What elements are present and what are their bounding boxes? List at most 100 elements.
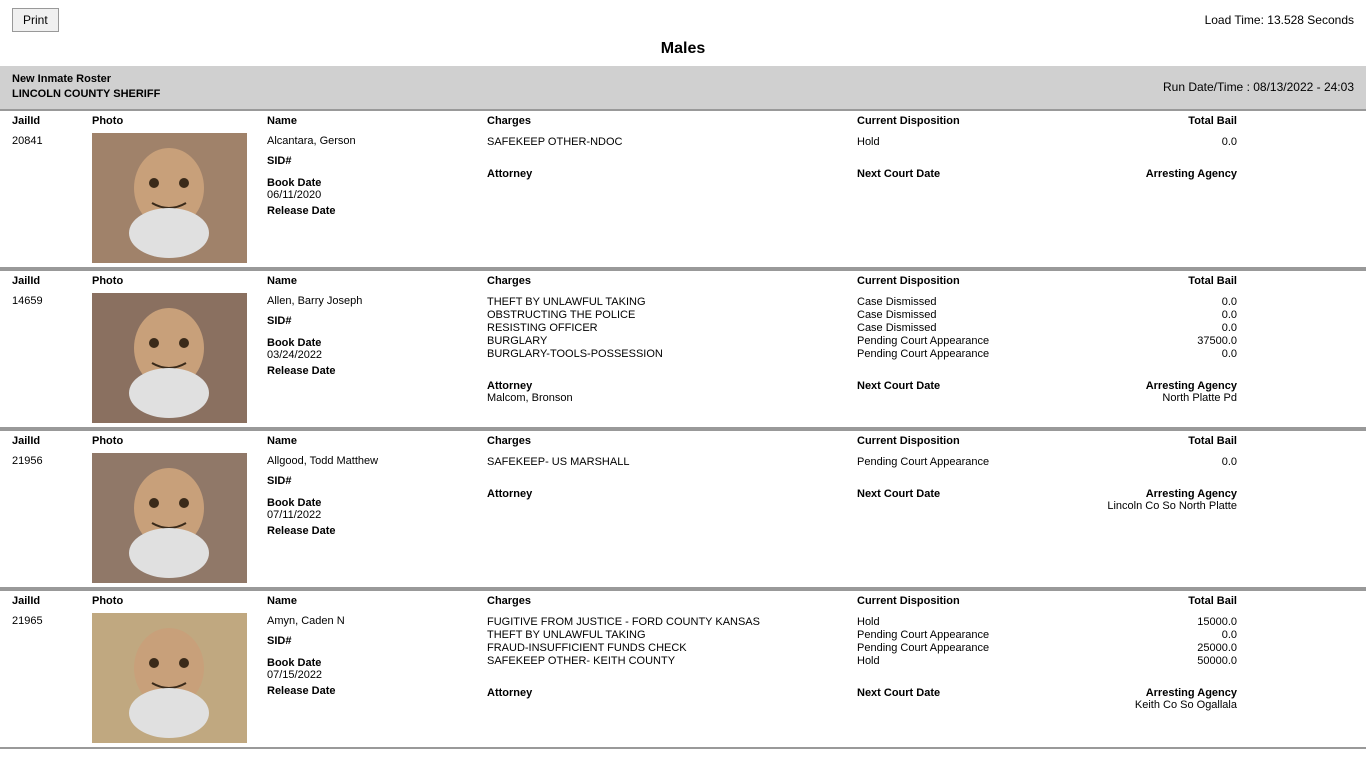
- page-title: Males: [0, 40, 1366, 58]
- disposition-item: Pending Court Appearance: [857, 629, 1087, 641]
- col-bail-header: Total Bail: [1087, 435, 1237, 447]
- release-date-label: Release Date: [267, 525, 487, 537]
- inmate-name-col: Allgood, Todd Matthew SID# Book Date 07/…: [267, 453, 487, 537]
- charge-item: SAFEKEEP OTHER-NDOC: [487, 136, 857, 148]
- col-photo-header: Photo: [92, 115, 267, 127]
- col-name-header: Name: [267, 115, 487, 127]
- col-charges-header: Charges: [487, 275, 857, 287]
- inmate-charges-col: SAFEKEEP- US MARSHALLAttorney: [487, 453, 857, 500]
- col-jailid-header: JailId: [12, 275, 92, 287]
- bail-amount: 0.0: [1087, 136, 1237, 148]
- inmate-block: JailId Photo Name Charges Current Dispos…: [0, 109, 1366, 269]
- disposition-item: Case Dismissed: [857, 322, 1087, 334]
- inmate-name: Allgood, Todd Matthew: [267, 455, 487, 467]
- bail-amount: 37500.0: [1087, 335, 1237, 347]
- print-button[interactable]: Print: [12, 8, 59, 32]
- column-header-row: JailId Photo Name Charges Current Dispos…: [0, 109, 1366, 129]
- col-photo-header: Photo: [92, 595, 267, 607]
- inmate-data-row: 21956 Allgood, Todd Matthew SID# Book Da…: [0, 449, 1366, 587]
- inmate-name-col: Alcantara, Gerson SID# Book Date 06/11/2…: [267, 133, 487, 217]
- bail-amount: 0.0: [1087, 348, 1237, 360]
- col-bail-header: Total Bail: [1087, 115, 1237, 127]
- inmate-bail-col: 0.0Arresting Agency: [1087, 133, 1237, 180]
- col-jailid-header: JailId: [12, 595, 92, 607]
- col-jailid-header: JailId: [12, 435, 92, 447]
- book-date-value: 03/24/2022: [267, 349, 487, 361]
- charge-item: THEFT BY UNLAWFUL TAKING: [487, 296, 857, 308]
- bail-amount: 25000.0: [1087, 642, 1237, 654]
- charge-item: THEFT BY UNLAWFUL TAKING: [487, 629, 857, 641]
- attorney-label: Attorney: [487, 380, 857, 392]
- next-court-date-label: Next Court Date: [857, 168, 1087, 180]
- arresting-agency-value: North Platte Pd: [1087, 392, 1237, 404]
- attorney-label: Attorney: [487, 488, 857, 500]
- inmate-bail-col: 15000.00.025000.050000.0Arresting Agency…: [1087, 613, 1237, 711]
- charge-item: BURGLARY: [487, 335, 857, 347]
- next-court-date-label: Next Court Date: [857, 380, 1087, 392]
- col-disposition-header: Current Disposition: [857, 275, 1087, 287]
- disposition-item: Hold: [857, 136, 1087, 148]
- charge-item: FRAUD-INSUFFICIENT FUNDS CHECK: [487, 642, 857, 654]
- inmate-list: JailId Photo Name Charges Current Dispos…: [0, 109, 1366, 749]
- book-date-label: Book Date: [267, 657, 487, 669]
- release-date-label: Release Date: [267, 685, 487, 697]
- col-name-header: Name: [267, 275, 487, 287]
- book-date-label: Book Date: [267, 177, 487, 189]
- inmate-disposition-col: Pending Court Appearance Next Court Date: [857, 453, 1087, 500]
- bail-amount: 0.0: [1087, 456, 1237, 468]
- book-date-value: 07/11/2022: [267, 509, 487, 521]
- inmate-name: Allen, Barry Joseph: [267, 295, 487, 307]
- next-court-date-label: Next Court Date: [857, 687, 1087, 699]
- inmate-charges-col: FUGITIVE FROM JUSTICE - FORD COUNTY KANS…: [487, 613, 857, 699]
- disposition-item: Case Dismissed: [857, 296, 1087, 308]
- inmate-disposition-col: Hold Next Court Date: [857, 133, 1087, 180]
- book-date-value: 07/15/2022: [267, 669, 487, 681]
- charge-item: OBSTRUCTING THE POLICE: [487, 309, 857, 321]
- column-header-row: JailId Photo Name Charges Current Dispos…: [0, 589, 1366, 609]
- col-disposition-header: Current Disposition: [857, 115, 1087, 127]
- attorney-label: Attorney: [487, 687, 857, 699]
- inmate-photo: [92, 293, 267, 423]
- jail-id: 21965: [12, 613, 92, 627]
- next-court-date-label: Next Court Date: [857, 488, 1087, 500]
- arresting-agency-label: Arresting Agency: [1087, 687, 1237, 699]
- charge-item: SAFEKEEP OTHER- KEITH COUNTY: [487, 655, 857, 667]
- load-time: Load Time: 13.528 Seconds: [1205, 13, 1354, 27]
- arresting-agency-value: Keith Co So Ogallala: [1087, 699, 1237, 711]
- bail-amount: 0.0: [1087, 296, 1237, 308]
- bail-amount: 15000.0: [1087, 616, 1237, 628]
- col-disposition-header: Current Disposition: [857, 435, 1087, 447]
- inmate-bail-col: 0.00.00.037500.00.0Arresting AgencyNorth…: [1087, 293, 1237, 404]
- column-header-row: JailId Photo Name Charges Current Dispos…: [0, 269, 1366, 289]
- inmate-photo: [92, 133, 267, 263]
- inmate-block: JailId Photo Name Charges Current Dispos…: [0, 269, 1366, 429]
- run-date: Run Date/Time : 08/13/2022 - 24:03: [1163, 80, 1354, 94]
- roster-name: New Inmate Roster: [12, 72, 160, 87]
- disposition-item: Pending Court Appearance: [857, 456, 1087, 468]
- agency-name: LINCOLN COUNTY SHERIFF: [12, 87, 160, 102]
- inmate-data-row: 20841 Alcantara, Gerson SID# Book Date 0…: [0, 129, 1366, 267]
- col-charges-header: Charges: [487, 435, 857, 447]
- col-disposition-header: Current Disposition: [857, 595, 1087, 607]
- attorney-value: Malcom, Bronson: [487, 392, 857, 404]
- bail-amount: 0.0: [1087, 322, 1237, 334]
- sid-label: SID#: [267, 635, 487, 647]
- book-date-value: 06/11/2020: [267, 189, 487, 201]
- inmate-disposition-col: Case DismissedCase DismissedCase Dismiss…: [857, 293, 1087, 392]
- col-name-header: Name: [267, 435, 487, 447]
- charge-item: BURGLARY-TOOLS-POSSESSION: [487, 348, 857, 360]
- inmate-block: JailId Photo Name Charges Current Dispos…: [0, 589, 1366, 749]
- inmate-photo: [92, 453, 267, 583]
- inmate-bail-col: 0.0Arresting AgencyLincoln Co So North P…: [1087, 453, 1237, 512]
- col-charges-header: Charges: [487, 595, 857, 607]
- header-banner: New Inmate Roster LINCOLN COUNTY SHERIFF…: [0, 66, 1366, 109]
- disposition-item: Pending Court Appearance: [857, 335, 1087, 347]
- col-bail-header: Total Bail: [1087, 595, 1237, 607]
- release-date-label: Release Date: [267, 205, 487, 217]
- column-header-row: JailId Photo Name Charges Current Dispos…: [0, 429, 1366, 449]
- col-jailid-header: JailId: [12, 115, 92, 127]
- charge-item: RESISTING OFFICER: [487, 322, 857, 334]
- inmate-photo: [92, 613, 267, 743]
- disposition-item: Pending Court Appearance: [857, 348, 1087, 360]
- arresting-agency-label: Arresting Agency: [1087, 488, 1237, 500]
